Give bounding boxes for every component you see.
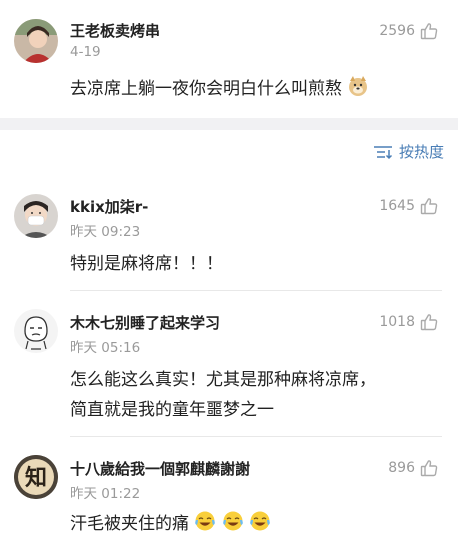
comment-author[interactable]: 王老板卖烤串	[70, 20, 160, 41]
sort-icon	[373, 145, 393, 159]
like-count: 1645	[379, 198, 415, 214]
comment-time: 昨天 01:22	[70, 486, 141, 502]
divider	[70, 290, 442, 291]
doge-emoji	[349, 76, 368, 96]
avatar[interactable]: 知	[14, 455, 58, 499]
divider	[70, 436, 442, 437]
section-separator	[0, 118, 458, 130]
comment-time: 昨天 05:16	[70, 340, 141, 356]
avatar[interactable]	[14, 19, 58, 63]
avatar-photo-icon	[14, 19, 58, 63]
like-button[interactable]: 896	[388, 459, 438, 477]
comment-text-line: 简直就是我的童年噩梦之一	[70, 400, 274, 420]
like-button[interactable]: 1018	[379, 313, 438, 331]
avatar[interactable]	[14, 194, 58, 238]
thumbs-up-icon	[420, 314, 438, 331]
laugh-cry-emoji	[250, 511, 271, 531]
comment-body: 汗毛被夹住的痛	[70, 510, 271, 538]
laugh-cry-emoji	[195, 511, 216, 531]
laugh-cry-emoji	[223, 511, 243, 531]
comment-time: 昨天 09:23	[70, 224, 141, 240]
sort-toggle[interactable]: 按热度	[373, 141, 444, 162]
thumbs-up-icon	[420, 460, 438, 477]
comment-author[interactable]: 十八歲給我一個郭麒麟謝謝	[70, 458, 250, 479]
comment-text-line: 怎么能这么真实！尤其是那种麻将凉席，	[70, 370, 376, 390]
avatar-cartoon-icon	[14, 309, 58, 353]
avatar-photo-icon	[14, 194, 58, 238]
comment-text: 特别是麻将席！！！	[70, 254, 223, 274]
like-button[interactable]: 2596	[379, 22, 438, 40]
like-count: 896	[388, 460, 415, 476]
avatar-zhi-icon: 知	[14, 455, 58, 499]
like-count: 2596	[379, 23, 415, 39]
like-button[interactable]: 1645	[379, 197, 438, 215]
svg-text:知: 知	[25, 465, 47, 491]
thumbs-up-icon	[420, 198, 438, 215]
comment-text: 去凉席上躺一夜你会明白什么叫煎熬	[70, 79, 342, 99]
avatar[interactable]	[14, 309, 58, 353]
comment-time: 4-19	[70, 44, 101, 60]
comment-author[interactable]: 木木七别睡了起来学习	[70, 312, 220, 333]
sort-label: 按热度	[398, 143, 444, 161]
comment-text: 汗毛被夹住的痛	[70, 514, 189, 534]
thumbs-up-icon	[420, 23, 438, 40]
comment-body: 去凉席上躺一夜你会明白什么叫煎熬	[70, 75, 369, 103]
like-count: 1018	[379, 314, 415, 330]
comment-author[interactable]: kkix加柒r-	[70, 196, 148, 217]
